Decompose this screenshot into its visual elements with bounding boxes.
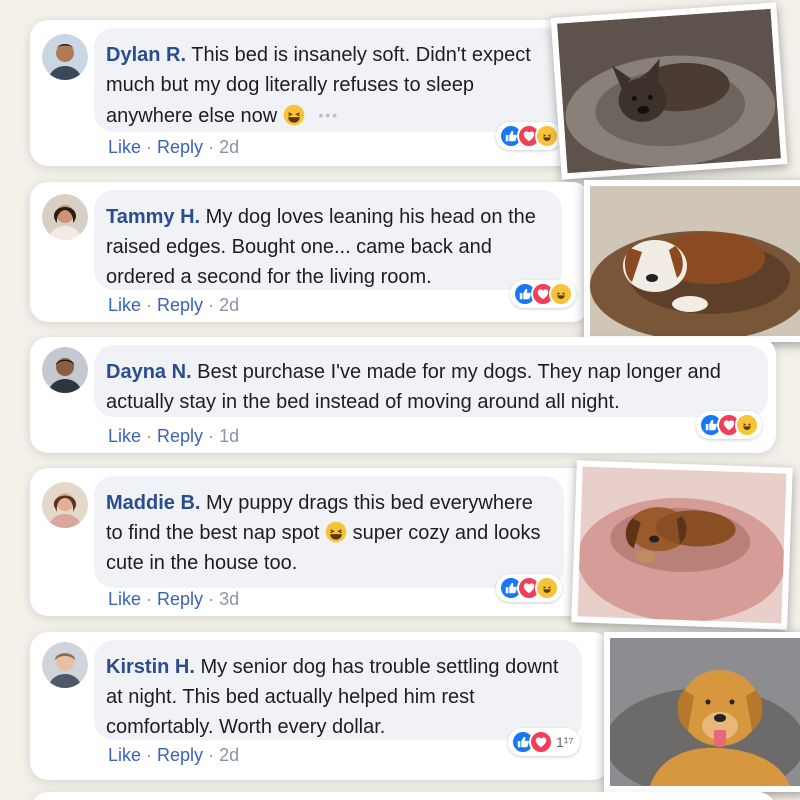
like-link[interactable]: Like: [108, 589, 141, 609]
comment-photo[interactable]: [571, 460, 793, 630]
comment-photo[interactable]: [584, 180, 800, 342]
dog-photo-image: [590, 186, 800, 336]
haha-reaction-icon: [549, 282, 573, 306]
comment-card-partial: [30, 792, 776, 800]
reply-link[interactable]: Reply: [157, 589, 203, 609]
comment-actions: Like · Reply · 2d: [108, 745, 240, 765]
comment-author[interactable]: Tammy H.: [106, 206, 200, 228]
comment-text: Tammy H. My dog loves leaning his head o…: [106, 202, 548, 292]
comment-body: Best purchase I've made for my dogs. The…: [106, 361, 721, 413]
comment-bubble: Kirstin H. My senior dog has trouble set…: [94, 640, 582, 740]
like-link[interactable]: Like: [108, 295, 141, 315]
haha-reaction-icon: [535, 576, 559, 600]
comment-text: Maddie B. My puppy drags this bed everyw…: [106, 488, 550, 578]
comment-timestamp: 2d: [219, 295, 240, 315]
comment-author[interactable]: Dayna N.: [106, 361, 192, 383]
avatar[interactable]: [42, 194, 88, 240]
comment-author[interactable]: Dylan R.: [106, 44, 186, 66]
comment-actions: Like · Reply · 2d: [108, 137, 240, 157]
reaction-summary[interactable]: [696, 411, 762, 439]
comment-card: Kirstin H. My senior dog has trouble set…: [30, 632, 610, 780]
comment-timestamp: 1d: [219, 426, 240, 446]
comment-card: Maddie B. My puppy drags this bed everyw…: [30, 468, 590, 616]
comment-timestamp: 2d: [219, 137, 240, 157]
comment-actions: Like · Reply · 3d: [108, 589, 240, 609]
comment-actions: Like · Reply · 2d: [108, 295, 240, 315]
avatar[interactable]: [42, 347, 88, 393]
reaction-summary[interactable]: [496, 574, 562, 602]
more-options-icon[interactable]: •••: [318, 107, 339, 123]
dog-photo-image: [610, 638, 800, 786]
like-link[interactable]: Like: [108, 137, 141, 157]
comment-bubble: Dylan R. This bed is insanely soft. Didn…: [94, 28, 564, 132]
love-reaction-icon: [529, 730, 553, 754]
haha-reaction-icon: [535, 124, 559, 148]
laughing-emoji-icon: [283, 104, 305, 126]
like-link[interactable]: Like: [108, 426, 141, 446]
comment-bubble: Tammy H. My dog loves leaning his head o…: [94, 190, 562, 290]
reply-link[interactable]: Reply: [157, 745, 203, 765]
comment-photo[interactable]: [550, 2, 788, 180]
haha-reaction-icon: [735, 413, 759, 437]
comment-bubble: Maddie B. My puppy drags this bed everyw…: [94, 476, 564, 588]
like-link[interactable]: Like: [108, 745, 141, 765]
reply-link[interactable]: Reply: [157, 137, 203, 157]
dog-photo-image: [557, 8, 781, 174]
comment-actions: Like · Reply · 1d: [108, 426, 240, 446]
comment-card: Tammy H. My dog loves leaning his head o…: [30, 182, 590, 322]
comment-timestamp: 2d: [219, 745, 240, 765]
comment-author[interactable]: Maddie B.: [106, 492, 200, 514]
comment-photo[interactable]: [604, 632, 800, 792]
reaction-count: 1¹⁷: [556, 734, 574, 750]
comment-text: Dylan R. This bed is insanely soft. Didn…: [106, 40, 550, 131]
reaction-summary[interactable]: 1¹⁷: [508, 728, 580, 756]
comment-bubble: Dayna N. Best purchase I've made for my …: [94, 345, 768, 417]
comment-card: Dylan R. This bed is insanely soft. Didn…: [30, 20, 590, 166]
dog-photo-image: [577, 466, 787, 624]
reply-link[interactable]: Reply: [157, 426, 203, 446]
smiling-emoji-icon: [325, 521, 347, 543]
comment-text: Kirstin H. My senior dog has trouble set…: [106, 652, 568, 742]
comment-author[interactable]: Kirstin H.: [106, 656, 195, 678]
reply-link[interactable]: Reply: [157, 295, 203, 315]
avatar[interactable]: [42, 642, 88, 688]
avatar[interactable]: [42, 482, 88, 528]
reaction-summary[interactable]: [510, 280, 576, 308]
comment-timestamp: 3d: [219, 589, 240, 609]
reaction-summary[interactable]: [496, 122, 562, 150]
comment-card: Dayna N. Best purchase I've made for my …: [30, 337, 776, 453]
avatar[interactable]: [42, 34, 88, 80]
comment-text: Dayna N. Best purchase I've made for my …: [106, 357, 754, 417]
